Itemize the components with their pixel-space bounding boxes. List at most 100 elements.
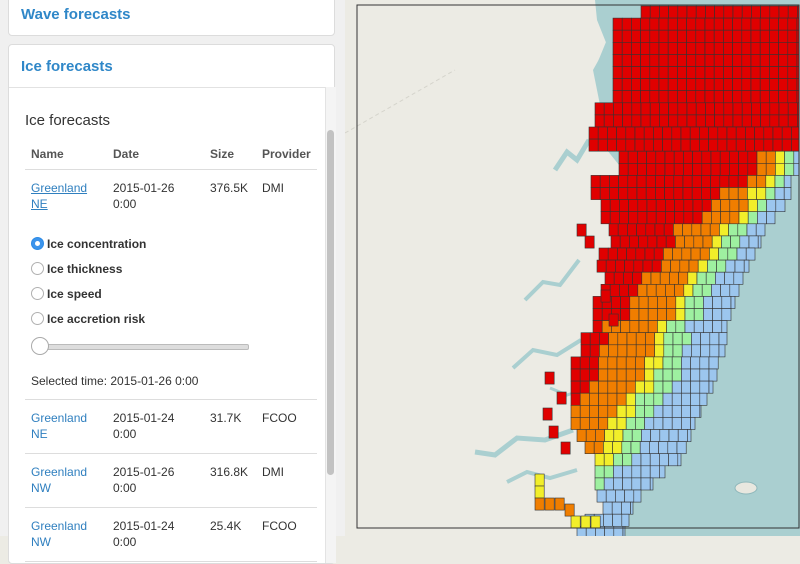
forecast-name-cell: Greenland NW (25, 453, 107, 508)
ice-cell (690, 380, 701, 394)
ice-cell (732, 78, 743, 91)
ice-cell (692, 211, 703, 225)
ice-cell (644, 417, 655, 430)
ice-cell (723, 29, 733, 43)
scrollbar[interactable] (325, 87, 336, 563)
ice-cell (680, 138, 691, 152)
forecast-link[interactable]: Greenland NE (31, 181, 87, 211)
ice-cell (679, 259, 690, 273)
ice-cell (627, 150, 638, 164)
ice-cell (651, 259, 662, 273)
ice-cell (626, 247, 637, 261)
ice-cell (711, 211, 721, 225)
ice-cell (769, 41, 779, 55)
forecast-provider: FCOO (256, 399, 317, 454)
ice-cell (686, 66, 697, 79)
ice-cell (681, 344, 692, 358)
ice-cell (787, 102, 798, 116)
ice-cell (635, 368, 645, 382)
ice-cell (704, 54, 715, 67)
ice-cell (597, 126, 608, 140)
ice-cell (673, 175, 684, 188)
ice-cell (628, 211, 639, 225)
ice-cell (611, 501, 622, 515)
ice-cell (667, 17, 678, 31)
ice-cell (787, 54, 798, 67)
ice-cell (735, 138, 746, 152)
ice-cell (608, 332, 619, 346)
ice-cell (592, 308, 603, 321)
ice-cell (778, 41, 789, 55)
ice-cell (738, 211, 749, 225)
ice-forecasts-title[interactable]: Ice forecasts (21, 58, 113, 75)
radio-icon[interactable] (31, 287, 44, 300)
ice-cell (666, 308, 677, 321)
ice-cell (681, 392, 691, 406)
map-canvas[interactable] (345, 0, 800, 536)
ice-cell (598, 392, 609, 406)
slider-handle[interactable] (31, 337, 49, 355)
option-ice-speed[interactable]: Ice speed (31, 281, 311, 306)
ice-cell (677, 90, 687, 104)
radio-icon[interactable] (31, 312, 44, 325)
ice-cell (772, 126, 783, 140)
option-ice-thickness[interactable]: Ice thickness (31, 256, 311, 281)
ice-cell (730, 296, 736, 309)
ice-cell (659, 271, 670, 285)
ice-cell (631, 54, 641, 67)
ice-cell (630, 501, 634, 515)
ice-cell (705, 5, 715, 19)
time-slider[interactable] (31, 335, 261, 359)
forecast-link[interactable]: Greenland NE (31, 411, 87, 441)
ice-cell (617, 332, 628, 346)
ice-forecasts-panel: Ice forecasts Ice forecasts Name Date Si… (8, 44, 336, 564)
ice-cell (675, 235, 685, 249)
ice-cell (655, 175, 665, 188)
map-view[interactable] (345, 0, 800, 536)
wave-forecasts-title[interactable]: Wave forecasts (21, 6, 131, 23)
ice-cell (640, 90, 651, 104)
forecast-link[interactable]: Greenland NW (31, 465, 87, 495)
ice-cell (621, 66, 632, 79)
ice-cell (748, 235, 759, 249)
ice-cell (667, 441, 678, 455)
ice-cell (616, 356, 627, 370)
ice-cell (659, 5, 669, 19)
ice-cell (643, 138, 654, 152)
ice-cell (747, 211, 758, 225)
scrollbar-thumb[interactable] (327, 130, 334, 475)
ice-cell (668, 5, 679, 19)
ice-cell (747, 199, 758, 213)
ice-cell (607, 356, 618, 370)
ice-cell (609, 283, 620, 297)
ice-cell (705, 114, 715, 128)
ice-cell (658, 441, 669, 455)
ice-cell (732, 66, 743, 79)
ice-cell (607, 138, 617, 152)
ice-cell (635, 356, 645, 370)
ice-cell (781, 126, 792, 140)
radio-selected-icon[interactable] (31, 237, 44, 250)
option-ice-accretion-risk[interactable]: Ice accretion risk (31, 306, 311, 331)
ice-cell (729, 211, 740, 225)
ice-cell (615, 259, 625, 273)
forecast-name-line1: Greenland (31, 519, 88, 533)
ice-cell (791, 138, 800, 152)
ice-cell (613, 114, 623, 128)
ice-cell (677, 102, 688, 116)
option-ice-concentration[interactable]: Ice concentration (31, 231, 311, 256)
slider-track[interactable] (41, 344, 249, 350)
forecast-link[interactable]: Greenland NW (31, 519, 87, 549)
forecast-time: 0:00 (113, 427, 137, 441)
ice-cell (658, 66, 669, 79)
ice-cell (747, 163, 758, 176)
ice-cell (778, 5, 789, 19)
forecast-name-cell: Greenland NE (25, 170, 107, 224)
ice-cell (636, 187, 647, 200)
ice-cell (670, 259, 681, 273)
radio-icon[interactable] (31, 262, 44, 275)
ice-cell (631, 29, 641, 43)
ice-cell (655, 283, 666, 297)
ice-cell (778, 54, 789, 67)
ice-cell (645, 223, 656, 237)
